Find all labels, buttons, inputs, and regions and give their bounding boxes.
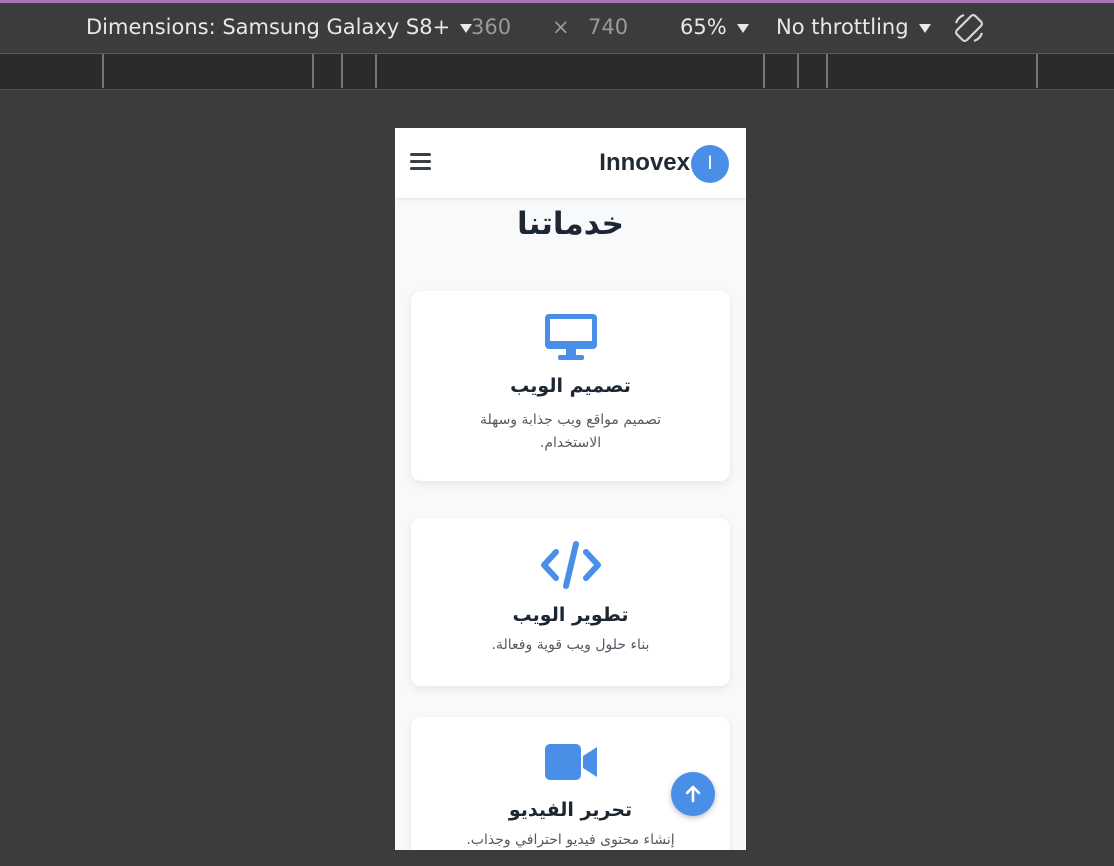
ruler-tick[interactable] [341, 54, 343, 88]
zoom-label: 65% [680, 15, 727, 39]
ruler-tick[interactable] [826, 54, 828, 88]
chevron-down-icon [918, 23, 931, 33]
ruler-tick[interactable] [763, 54, 765, 88]
device-selector-label: Dimensions: Samsung Galaxy S8+ [86, 15, 451, 39]
page-title: خدماتنا [516, 206, 625, 242]
ruler-tick[interactable] [375, 54, 377, 88]
hamburger-menu-icon[interactable] [410, 153, 431, 171]
zoom-selector[interactable]: 65% [680, 15, 749, 39]
service-description: إنشاء محتوى فيديو احترافي وجذاب. [466, 832, 675, 848]
service-card-web-development[interactable]: تطوير الويب بناء حلول ويب قوية وفعالة. [411, 518, 730, 686]
width-input[interactable]: 360 [471, 15, 511, 39]
ruler-tick[interactable] [797, 54, 799, 88]
ruler-tick[interactable] [102, 54, 104, 88]
site-header: Innovex I [395, 128, 746, 198]
device-toolbar: Dimensions: Samsung Galaxy S8+ 360 × 740… [0, 3, 1114, 54]
code-icon [540, 541, 601, 589]
scroll-to-top-button[interactable] [671, 772, 715, 816]
height-input[interactable]: 740 [588, 15, 628, 39]
throttling-label: No throttling [776, 15, 909, 39]
times-symbol: × [552, 15, 570, 39]
rotate-device-icon[interactable] [952, 11, 986, 50]
device-viewport: Innovex I خدماتنا تصميم الويب تصميم مواق… [395, 128, 746, 850]
service-title: تصميم الويب [510, 375, 631, 397]
service-card-web-design[interactable]: تصميم الويب تصميم مواقع ويب جذابة وسهلة … [411, 291, 730, 481]
service-title: تطوير الويب [512, 604, 629, 626]
service-description: بناء حلول ويب قوية وفعالة. [491, 637, 650, 653]
ruler-tick[interactable] [1036, 54, 1038, 88]
desktop-monitor-icon [544, 314, 597, 360]
ruler-tick[interactable] [312, 54, 314, 88]
service-description: تصميم مواقع ويب جذابة وسهلة الاستخدام. [479, 412, 662, 451]
video-camera-icon [544, 744, 597, 780]
media-query-ruler [0, 54, 1114, 90]
arrow-up-icon [685, 785, 701, 803]
brand-name[interactable]: Innovex [599, 149, 690, 177]
throttling-selector[interactable]: No throttling [776, 15, 931, 39]
chevron-down-icon [736, 23, 749, 33]
logo-badge[interactable]: I [691, 145, 729, 183]
device-selector[interactable]: Dimensions: Samsung Galaxy S8+ [86, 15, 473, 39]
